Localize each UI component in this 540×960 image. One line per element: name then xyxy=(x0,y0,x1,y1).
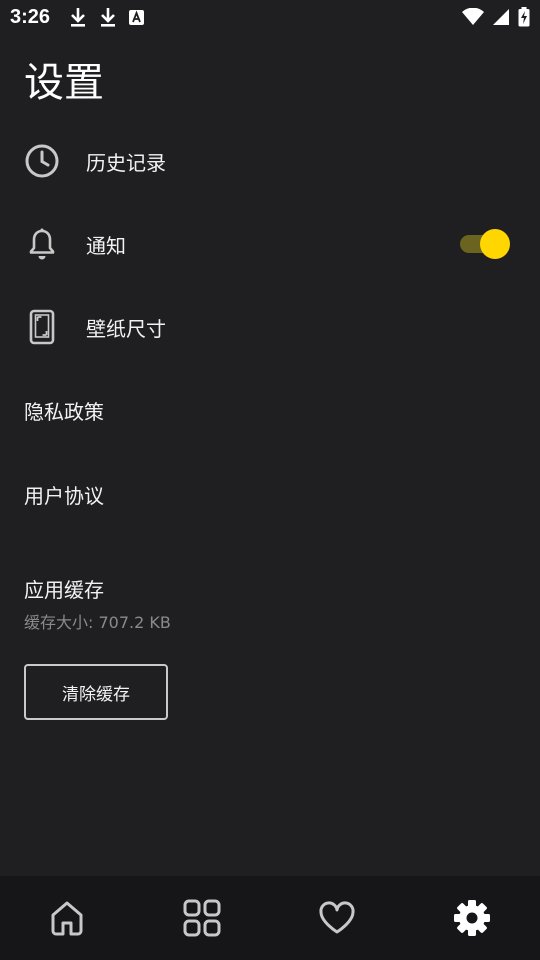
bell-icon xyxy=(24,226,60,262)
setting-history-label: 历史记录 xyxy=(86,150,166,175)
toggle-thumb xyxy=(480,229,510,259)
setting-privacy-label: 隐私政策 xyxy=(24,399,104,424)
setting-agreement-label: 用户协议 xyxy=(24,483,104,508)
status-bar: 3:26 xyxy=(0,0,540,36)
home-icon[interactable] xyxy=(45,896,89,940)
setting-agreement[interactable]: 用户协议 xyxy=(0,464,540,524)
download-icon xyxy=(98,6,118,32)
notification-toggle[interactable] xyxy=(458,228,512,260)
download-icon xyxy=(68,6,88,32)
setting-wallpaper-size[interactable]: 壁纸尺寸 xyxy=(0,297,540,357)
status-right-icons xyxy=(462,7,530,31)
cache-title: 应用缓存 xyxy=(24,578,104,602)
cache-size-text: 缓存大小: 707.2 KB xyxy=(24,613,171,632)
font-a-icon xyxy=(128,6,146,32)
status-time: 3:26 xyxy=(10,6,51,28)
signal-icon xyxy=(492,8,510,30)
setting-privacy[interactable]: 隐私政策 xyxy=(0,380,540,440)
setting-notification[interactable]: 通知 xyxy=(0,214,540,274)
status-left-icons xyxy=(68,6,146,32)
grid-icon[interactable] xyxy=(180,896,224,940)
wifi-icon xyxy=(462,7,484,30)
setting-history[interactable]: 历史记录 xyxy=(0,131,540,191)
battery-charging-icon xyxy=(518,7,530,31)
gear-icon[interactable] xyxy=(450,896,494,940)
clock-icon xyxy=(24,143,60,179)
page-title: 设置 xyxy=(24,60,104,106)
bottom-nav xyxy=(0,876,540,960)
clear-cache-button[interactable]: 清除缓存 xyxy=(24,664,168,720)
phone-frame-icon xyxy=(24,309,60,345)
setting-notification-label: 通知 xyxy=(86,233,126,258)
setting-wallpaper-size-label: 壁纸尺寸 xyxy=(86,316,166,341)
heart-icon[interactable] xyxy=(315,896,359,940)
